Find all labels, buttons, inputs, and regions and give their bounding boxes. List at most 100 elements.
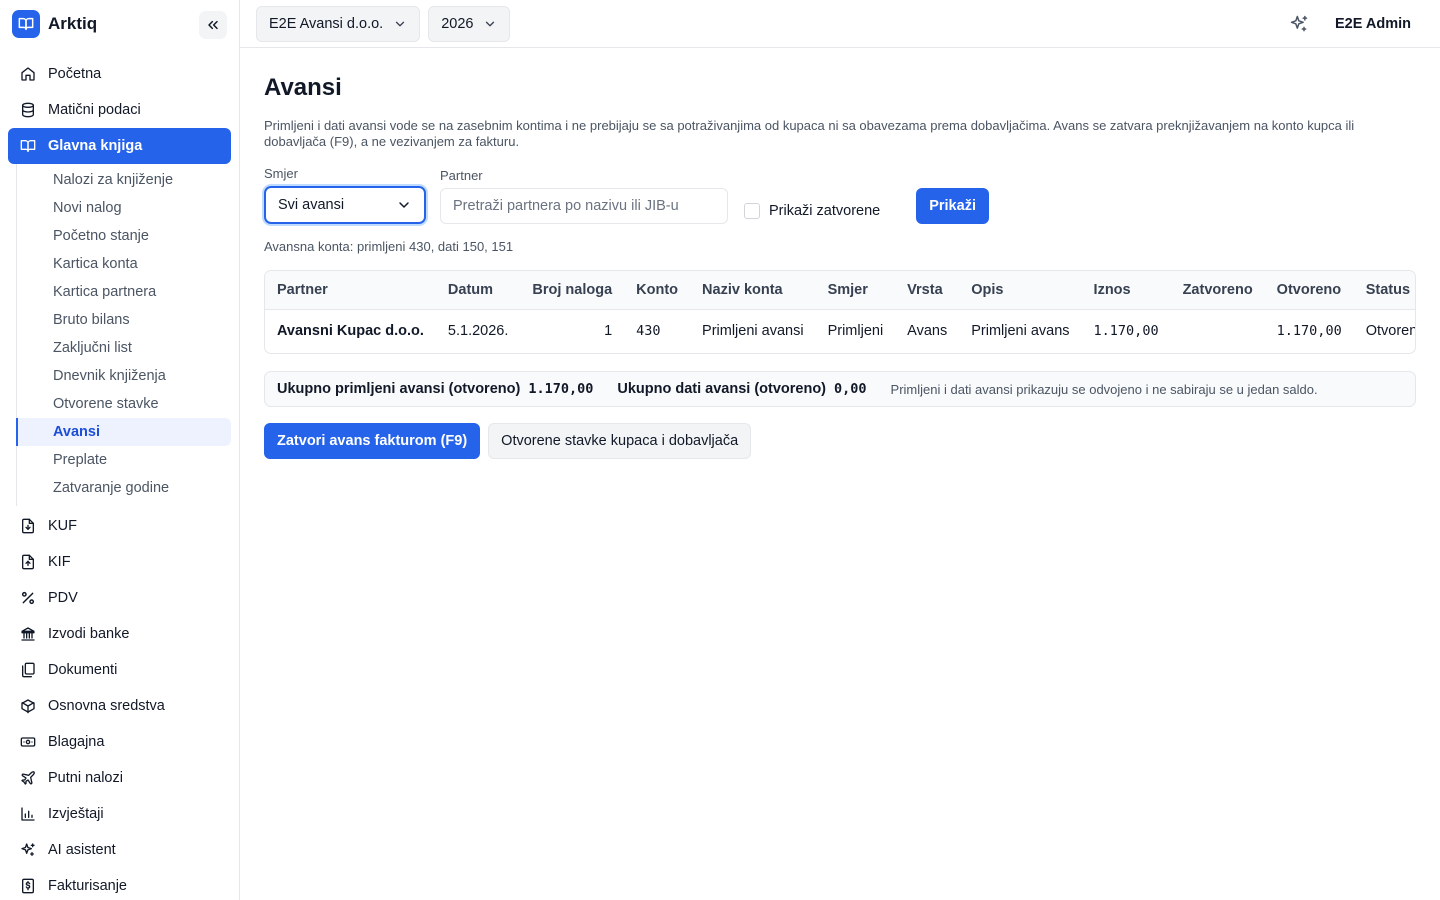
sidebar-subitem-dnevnik[interactable]: Dnevnik knjiženja — [16, 362, 231, 390]
home-icon — [20, 66, 36, 82]
sidebar-subitem-novi-nalog[interactable]: Novi nalog — [16, 194, 231, 222]
sidebar-item-label: Izvještaji — [48, 806, 104, 822]
sidebar-item-maticni-podaci[interactable]: Matični podaci — [8, 92, 231, 128]
sidebar-nav: Početna Matični podaci Glavna knjiga Nal… — [0, 48, 239, 900]
filters: Smjer Svi avansi Partner Prikaži zatvore… — [264, 166, 1416, 224]
advance-accounts-hint: Avansna konta: primljeni 430, dati 150, … — [264, 239, 514, 254]
sparkles-icon — [1289, 14, 1309, 34]
sidebar-item-label: Glavna knjiga — [48, 138, 143, 154]
ai-assistant-button[interactable] — [1285, 10, 1313, 38]
sidebar-item-izvjestaji[interactable]: Izvještaji — [8, 796, 231, 832]
cash-icon — [20, 734, 36, 750]
sidebar-subitem-pocetno-stanje[interactable]: Početno stanje — [16, 222, 231, 250]
sidebar-item-ai-asistent[interactable]: AI asistent — [8, 832, 231, 868]
chevron-down-icon — [396, 197, 412, 213]
partner-search-input[interactable] — [440, 188, 728, 224]
advances-table-card: Partner Datum Broj naloga Konto Naziv ko… — [264, 270, 1416, 354]
show-button[interactable]: Prikaži — [916, 188, 989, 224]
sparkles-icon — [20, 842, 36, 858]
sidebar-subitem-kartica-partnera[interactable]: Kartica partnera — [16, 278, 231, 306]
main: E2E Avansi d.o.o. 2026 E2E Admin Avansi … — [240, 0, 1440, 900]
sidebar-item-label: Početna — [48, 66, 102, 82]
show-closed-toggle[interactable]: Prikaži zatvorene — [742, 193, 880, 229]
sidebar-item-pdv[interactable]: PDV — [8, 580, 231, 616]
column-header-vrsta[interactable]: Vrsta — [895, 271, 960, 310]
given-total-label: Ukupno dati avansi (otvoreno) — [617, 381, 827, 397]
partner-label: Partner — [440, 168, 483, 183]
show-closed-checkbox[interactable] — [744, 203, 760, 219]
column-header-smjer[interactable]: Smjer — [815, 271, 896, 310]
table-row[interactable]: Avansni Kupac d.o.o. 5.1.2026. 1 430 Pri… — [265, 309, 1416, 353]
sidebar-subitem-avansi[interactable]: Avansi — [16, 418, 231, 446]
given-total-value: 0,00 — [834, 381, 867, 397]
sidebar-subnav: Nalozi za knjiženje Novi nalog Početno s… — [16, 164, 231, 506]
cell-partner[interactable]: Avansni Kupac d.o.o. — [265, 309, 436, 353]
close-advance-button[interactable]: Zatvori avans fakturom (F9) — [264, 423, 481, 459]
year-select[interactable]: 2026 — [428, 5, 511, 42]
received-total-label: Ukupno primljeni avansi (otvoreno) — [277, 381, 521, 397]
sidebar-item-blagajna[interactable]: Blagajna — [8, 724, 231, 760]
column-header-zatvoreno[interactable]: Zatvoreno — [1170, 271, 1265, 310]
sidebar-subitem-preplate[interactable]: Preplate — [16, 446, 231, 474]
cell-iznos: 1.170,00 — [1093, 323, 1159, 340]
app-name: Arktiq — [48, 14, 98, 33]
column-header-konto[interactable]: Konto — [624, 271, 691, 310]
sidebar-subitem-zatvaranje-godine[interactable]: Zatvaranje godine — [16, 474, 231, 502]
cell-broj-naloga[interactable]: 1 — [520, 309, 624, 353]
column-header-datum[interactable]: Datum — [435, 271, 521, 310]
sidebar-item-label: PDV — [48, 590, 78, 606]
sidebar-item-kuf[interactable]: KUF — [8, 508, 231, 544]
sidebar-item-izvodi-banke[interactable]: Izvodi banke — [8, 616, 231, 652]
chevron-down-icon — [483, 17, 497, 31]
year-value: 2026 — [441, 15, 474, 32]
cell-zatvoreno — [1171, 309, 1265, 353]
sidebar-item-putni-nalozi[interactable]: Putni nalozi — [8, 760, 231, 796]
file-out-icon — [20, 554, 36, 570]
sidebar-subitem-bruto-bilans[interactable]: Bruto bilans — [16, 306, 231, 334]
totals-summary: Ukupno primljeni avansi (otvoreno) 1.170… — [264, 371, 1416, 407]
sidebar-item-fakturisanje[interactable]: Fakturisanje — [8, 868, 231, 900]
page-content: Avansi Primljeni i dati avansi vode se n… — [240, 48, 1440, 459]
open-items-button[interactable]: Otvorene stavke kupaca i dobavljača — [488, 423, 752, 459]
sidebar-subitem-nalozi[interactable]: Nalozi za knjiženje — [16, 166, 231, 194]
sidebar-item-label: Blagajna — [48, 734, 105, 750]
chart-icon — [20, 806, 36, 822]
chevron-down-icon — [393, 17, 407, 31]
sidebar-item-label: Dokumenti — [48, 662, 118, 678]
sidebar-item-glavna-knjiga[interactable]: Glavna knjiga — [8, 128, 231, 164]
bank-icon — [20, 626, 36, 642]
column-header-naziv-konta[interactable]: Naziv konta — [690, 271, 816, 310]
column-header-otvoreno[interactable]: Otvoreno — [1264, 271, 1354, 310]
collapse-sidebar-button[interactable] — [199, 11, 227, 39]
sidebar-subitem-kartica-konta[interactable]: Kartica konta — [16, 250, 231, 278]
page-description: Primljeni i dati avansi vode se na zaseb… — [264, 118, 1355, 149]
cell-status: Otvoren — [1365, 323, 1416, 340]
direction-label: Smjer — [264, 166, 298, 181]
column-header-iznos[interactable]: Iznos — [1081, 271, 1171, 310]
sidebar-subitem-zakljucni-list[interactable]: Zaključni list — [16, 334, 231, 362]
sidebar-item-dokumenti[interactable]: Dokumenti — [8, 652, 231, 688]
sidebar-item-label: Izvodi banke — [48, 626, 130, 642]
topbar-right: E2E Admin — [1285, 10, 1424, 38]
company-name: E2E Avansi d.o.o. — [269, 15, 384, 32]
sidebar-item-pocetna[interactable]: Početna — [8, 56, 231, 92]
company-select[interactable]: E2E Avansi d.o.o. — [256, 5, 421, 42]
app-root: Arktiq Početna Matični podaci Glavna knj… — [0, 0, 1440, 900]
box-icon — [20, 698, 36, 714]
column-header-partner[interactable]: Partner — [265, 271, 436, 310]
column-header-status[interactable]: Status — [1353, 271, 1415, 310]
column-header-broj-naloga[interactable]: Broj naloga — [520, 271, 625, 310]
partner-group: Partner — [440, 168, 728, 224]
sidebar-item-label: KIF — [48, 554, 71, 570]
sidebar-item-kif[interactable]: KIF — [8, 544, 231, 580]
cell-opis: Primljeni avans — [971, 323, 1070, 340]
cell-vrsta: Avans — [907, 323, 948, 340]
direction-select[interactable]: Svi avansi — [264, 186, 426, 224]
sidebar-item-label: Matični podaci — [48, 102, 141, 118]
sidebar-subitem-otvorene-stavke[interactable]: Otvorene stavke — [16, 390, 231, 418]
sidebar-item-osnovna-sredstva[interactable]: Osnovna sredstva — [8, 688, 231, 724]
sidebar-item-label: KUF — [48, 518, 77, 534]
column-header-opis[interactable]: Opis — [959, 271, 1082, 310]
table-header-row: Partner Datum Broj naloga Konto Naziv ko… — [265, 271, 1415, 310]
user-menu[interactable]: E2E Admin — [1335, 16, 1411, 32]
